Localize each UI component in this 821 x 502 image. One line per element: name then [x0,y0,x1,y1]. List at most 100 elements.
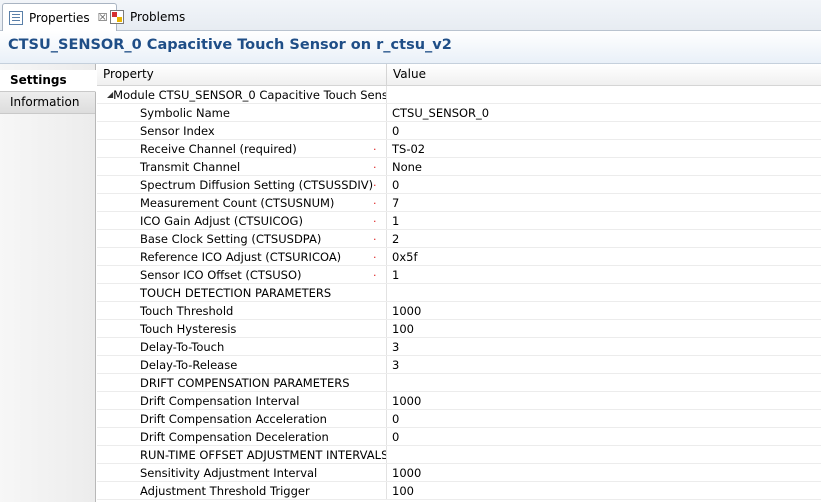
value-cell[interactable]: 1 [387,266,821,283]
value-cell[interactable]: 1000 [387,302,821,319]
table-row[interactable]: Drift Compensation Interval 1000 [97,392,821,410]
table-row[interactable]: DRIFT COMPENSATION PARAMETERS [97,374,821,392]
value-cell [387,374,821,391]
value-cell[interactable]: 0 [387,122,821,139]
properties-icon [9,10,23,25]
view-tab-bar: Properties ☒ Problems [0,0,821,31]
table-row[interactable]: Adjustment Threshold Trigger 100 [97,482,821,500]
property-label: Sensor ICO Offset (CTSUSO) [140,267,302,282]
value-cell[interactable]: 0 [387,428,821,445]
property-cell: Symbolic Name [97,104,387,121]
property-cell: Transmit Channel · [97,158,387,175]
value-cell[interactable]: None [387,158,821,175]
table-row[interactable]: Drift Compensation Acceleration 0 [97,410,821,428]
property-cell: Adjustment Threshold Trigger [97,482,387,499]
table-row[interactable]: Delay-To-Touch 3 [97,338,821,356]
property-label: DRIFT COMPENSATION PARAMETERS [140,375,350,390]
value-cell[interactable]: CTSU_SENSOR_0 [387,104,821,121]
side-tab-information[interactable]: Information [0,92,95,114]
tab-problems[interactable]: Problems [104,3,193,30]
module-cell: ◢ Module CTSU_SENSOR_0 Capacitive Touch … [97,86,387,103]
property-label: Reference ICO Adjust (CTSURICOA) [140,249,342,264]
module-label: Module CTSU_SENSOR_0 Capacitive Touch Se… [113,87,387,102]
property-cell: Delay-To-Release [97,356,387,373]
column-header-value[interactable]: Value [387,64,821,85]
required-dot-icon: · [373,269,377,282]
table-row[interactable]: Sensitivity Adjustment Interval 1000 [97,464,821,482]
required-dot-icon: · [373,233,377,246]
table-row[interactable]: Symbolic Name CTSU_SENSOR_0 [97,104,821,122]
property-label: Sensitivity Adjustment Interval [140,465,318,480]
required-dot-icon: · [373,197,377,210]
value-cell[interactable]: 0 [387,176,821,193]
table-row[interactable]: Spectrum Diffusion Setting (CTSUSSDIV) · 0 [97,176,821,194]
value-cell[interactable]: 0 [387,410,821,427]
value-cell[interactable]: 1000 [387,392,821,409]
value-cell [387,446,821,463]
properties-table: Property Value ◢ Module CTSU_SENSOR_0 Ca… [97,64,821,502]
tab-properties[interactable]: Properties ☒ [2,3,117,31]
property-label: Drift Compensation Acceleration [140,411,327,426]
table-row[interactable]: RUN-TIME OFFSET ADJUSTMENT INTERVALS [97,446,821,464]
property-label: Symbolic Name [140,105,230,120]
property-label: Spectrum Diffusion Setting (CTSUSSDIV) [140,177,374,192]
value-cell[interactable]: 100 [387,482,821,499]
value-cell[interactable]: 7 [387,194,821,211]
property-label: Sensor Index [140,123,215,138]
table-row[interactable]: ICO Gain Adjust (CTSUICOG) · 1 [97,212,821,230]
page-title: CTSU_SENSOR_0 Capacitive Touch Sensor on… [0,31,821,64]
property-label: Touch Threshold [140,303,234,318]
value-cell[interactable]: TS-02 [387,140,821,157]
table-row[interactable]: Touch Threshold 1000 [97,302,821,320]
table-row[interactable]: Delay-To-Release 3 [97,356,821,374]
value-cell[interactable]: 0x5f [387,248,821,265]
table-row[interactable]: Drift Compensation Deceleration 0 [97,428,821,446]
property-cell: DRIFT COMPENSATION PARAMETERS [97,374,387,391]
property-cell: Spectrum Diffusion Setting (CTSUSSDIV) · [97,176,387,193]
table-row[interactable]: Transmit Channel · None [97,158,821,176]
required-dot-icon: · [373,215,377,228]
property-label: Transmit Channel [140,159,241,174]
property-cell: Drift Compensation Deceleration [97,428,387,445]
table-row[interactable]: Measurement Count (CTSUSNUM) · 7 [97,194,821,212]
value-cell[interactable]: 1000 [387,464,821,481]
table-row[interactable]: Reference ICO Adjust (CTSURICOA) · 0x5f [97,248,821,266]
property-cell: Receive Channel (required) · [97,140,387,157]
table-row[interactable]: Base Clock Setting (CTSUSDPA) · 2 [97,230,821,248]
column-header-property[interactable]: Property [97,64,387,85]
property-label: Adjustment Threshold Trigger [140,483,310,498]
property-label: Delay-To-Touch [140,339,225,354]
required-dot-icon: · [373,179,377,192]
value-cell [387,284,821,301]
property-cell: Drift Compensation Interval [97,392,387,409]
property-label: Drift Compensation Deceleration [140,429,329,444]
table-row[interactable]: TOUCH DETECTION PARAMETERS [97,284,821,302]
required-dot-icon: · [373,161,377,174]
required-dot-icon: · [373,251,377,264]
property-cell: Sensor ICO Offset (CTSUSO) · [97,266,387,283]
table-row[interactable]: Sensor Index 0 [97,122,821,140]
side-tab-settings[interactable]: Settings [0,70,96,92]
property-rows: Symbolic Name CTSU_SENSOR_0 Sensor Index 0 R… [97,104,821,500]
property-cell: Base Clock Setting (CTSUSDPA) · [97,230,387,247]
property-cell: RUN-TIME OFFSET ADJUSTMENT INTERVALS [97,446,387,463]
property-label: Measurement Count (CTSUSNUM) [140,195,335,210]
table-header: Property Value [97,64,821,86]
value-cell[interactable]: 3 [387,338,821,355]
required-dot-icon: · [373,143,377,156]
side-tab-list: Settings Information [0,64,96,502]
table-row[interactable]: Receive Channel (required) · TS-02 [97,140,821,158]
value-cell[interactable]: 1 [387,212,821,229]
table-row[interactable]: Sensor ICO Offset (CTSUSO) · 1 [97,266,821,284]
value-cell[interactable]: 100 [387,320,821,337]
module-value-cell [387,86,821,103]
module-row[interactable]: ◢ Module CTSU_SENSOR_0 Capacitive Touch … [97,86,821,104]
problems-icon [110,9,124,24]
property-cell: TOUCH DETECTION PARAMETERS [97,284,387,301]
value-cell[interactable]: 2 [387,230,821,247]
value-cell[interactable]: 3 [387,356,821,373]
property-label: TOUCH DETECTION PARAMETERS [140,285,332,300]
tab-problems-label: Problems [130,9,186,24]
property-cell: Sensitivity Adjustment Interval [97,464,387,481]
table-row[interactable]: Touch Hysteresis 100 [97,320,821,338]
